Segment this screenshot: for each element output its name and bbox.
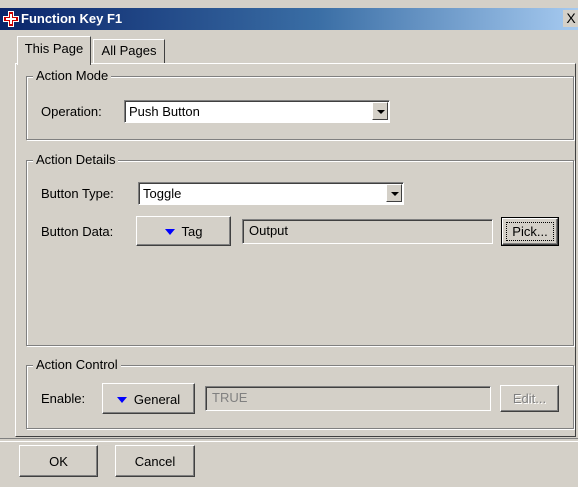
edit-button-label: Edit... <box>512 391 547 406</box>
button-type-dropdown-button[interactable] <box>386 184 402 202</box>
button-data-label: Button Data: <box>41 224 114 239</box>
action-details-group: Action Details Button Type: Toggle Butto… <box>26 152 574 346</box>
function-key-cross-icon <box>3 11 19 27</box>
button-data-field[interactable]: Output <box>242 219 493 244</box>
action-control-legend: Action Control <box>33 357 121 373</box>
pick-button[interactable]: Pick... <box>501 217 559 246</box>
triangle-down-icon <box>116 397 127 403</box>
window-title: Function Key F1 <box>21 11 123 26</box>
chevron-down-icon <box>391 192 399 196</box>
edit-button[interactable]: Edit... <box>500 385 559 412</box>
cancel-button[interactable]: Cancel <box>115 445 195 477</box>
ok-button[interactable]: OK <box>19 445 98 477</box>
enable-source-button[interactable]: General <box>102 383 195 414</box>
function-key-dialog: Function Key F1 X This Page All Pages Ac… <box>0 0 578 487</box>
this-page-panel: Action Mode Operation: Push Button Actio… <box>15 63 576 437</box>
button-type-select[interactable]: Toggle <box>138 182 404 205</box>
button-type-value: Toggle <box>143 186 182 201</box>
enable-source-label: General <box>133 392 181 407</box>
title-bar[interactable]: Function Key F1 X <box>0 8 578 30</box>
footer-separator <box>0 438 578 442</box>
operation-dropdown-button[interactable] <box>372 102 388 120</box>
close-button[interactable]: X <box>563 10 578 27</box>
tab-this-page[interactable]: This Page <box>17 36 91 65</box>
ok-button-label: OK <box>49 454 68 469</box>
enable-field[interactable]: TRUE <box>205 386 491 411</box>
action-control-group: Action Control Enable: General TRUE Edit… <box>26 357 574 429</box>
action-mode-legend: Action Mode <box>33 68 112 84</box>
operation-label: Operation: <box>41 104 102 119</box>
chevron-down-icon <box>377 110 385 114</box>
focus-ring <box>506 222 554 241</box>
operation-select[interactable]: Push Button <box>124 100 390 123</box>
action-details-legend: Action Details <box>33 152 119 168</box>
operation-value: Push Button <box>129 104 200 119</box>
action-mode-group: Action Mode Operation: Push Button <box>26 68 574 140</box>
button-data-source-label: Tag <box>181 224 203 239</box>
button-data-source-button[interactable]: Tag <box>136 216 231 246</box>
cancel-button-label: Cancel <box>134 454 176 469</box>
button-type-label: Button Type: <box>41 186 114 201</box>
enable-label: Enable: <box>41 391 86 406</box>
tab-all-pages[interactable]: All Pages <box>93 39 165 64</box>
triangle-down-icon <box>164 229 175 235</box>
